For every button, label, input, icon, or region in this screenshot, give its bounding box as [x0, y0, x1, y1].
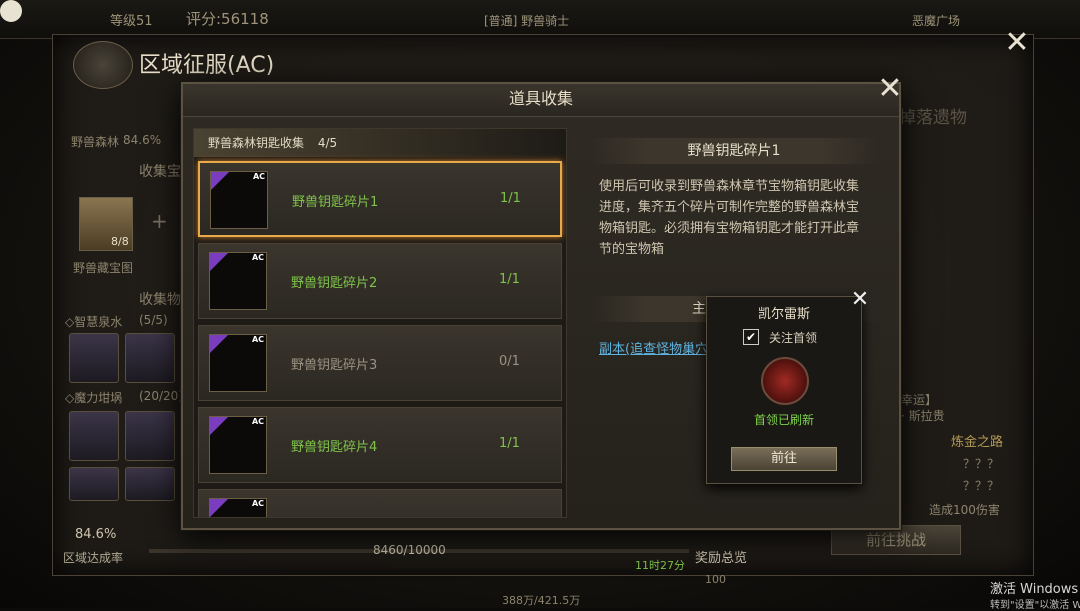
list-item[interactable]: AC 野兽钥匙碎片4 1/1	[198, 407, 562, 483]
lucky-label: 幸运】	[901, 393, 938, 407]
wisdom-water-count: (5/5)	[139, 313, 168, 327]
completion-progress-text: 8460/10000	[373, 543, 446, 557]
list-item[interactable]: AC	[198, 489, 562, 517]
reward-overview-button[interactable]: 奖励总览	[695, 547, 747, 566]
magic-pot-slot-4[interactable]	[125, 467, 175, 501]
key-fragment-list: 野兽森林钥匙收集 4/5 AC 野兽钥匙碎片1 1/1 AC 野兽钥匙碎片2 1…	[193, 128, 567, 518]
key-fragment-icon: AC	[209, 252, 267, 310]
relic-label: 掉落遗物	[899, 108, 967, 128]
reward-value: 100	[705, 573, 726, 586]
follow-boss-label: 关注首领	[769, 331, 818, 345]
key-fragment-icon: AC	[210, 171, 268, 229]
panel-close-icon[interactable]: ✕	[1002, 28, 1032, 58]
damage-task-label: 造成100伤害	[929, 503, 1000, 517]
detail-title: 野兽钥匙碎片1	[589, 138, 879, 164]
popup-close-icon[interactable]: ✕	[849, 289, 871, 311]
treasure-count: 8/8	[111, 235, 129, 248]
magic-pot-count: (20/20)	[139, 389, 183, 403]
list-item[interactable]: AC 野兽钥匙碎片3 0/1	[198, 325, 562, 401]
key-fragment-icon: AC	[209, 334, 267, 392]
boss-popup: 凯尔雷斯 ✕ ✔ 关注首领 首领已刷新 前往	[706, 289, 869, 484]
item-name: 野兽钥匙碎片2	[291, 276, 378, 291]
gold-bottom: 388万/421.5万	[502, 594, 581, 607]
arena-link[interactable]: 恶魔广场	[912, 12, 960, 29]
player-score: 评分:56118	[186, 10, 269, 28]
player-level: 等级51	[110, 14, 153, 29]
boss-name: 凯尔雷斯	[757, 307, 810, 322]
magic-pot-slot-2[interactable]	[125, 411, 175, 461]
detail-description: 使用后可收录到野兽森林章节宝物箱钥匙收集进度，集齐五个碎片可制作完整的野兽森林宝…	[599, 179, 860, 257]
boss-emblem-icon	[761, 357, 809, 405]
app-logo-icon	[0, 0, 22, 22]
source-link[interactable]: 副本(追查怪物巢穴)	[599, 338, 713, 357]
list-item[interactable]: AC 野兽钥匙碎片2 1/1	[198, 243, 562, 319]
dialog-close-icon[interactable]: ✕	[875, 74, 905, 104]
go-button[interactable]: 前往	[731, 447, 837, 471]
list-header-progress: 4/5	[317, 136, 338, 150]
dialog-title: 道具收集	[183, 84, 899, 117]
plus-icon: +	[151, 209, 168, 233]
key-fragment-icon: AC	[209, 498, 267, 517]
item-name: 野兽钥匙碎片1	[292, 195, 379, 210]
zone-label: 野兽森林	[71, 135, 120, 149]
treasure-name: 野兽藏宝图	[73, 261, 134, 275]
panel-emblem-icon	[73, 41, 133, 89]
windows-watermark: 激活 Windows	[990, 582, 1079, 597]
windows-watermark-sub: 转到"设置"以激活 W	[990, 600, 1080, 611]
timer: 11时27分	[635, 559, 685, 572]
key-fragment-icon: AC	[209, 416, 267, 474]
list-item[interactable]: AC 野兽钥匙碎片1 1/1	[198, 161, 562, 237]
wisdom-water-slot-2[interactable]	[125, 333, 175, 383]
item-name: 野兽钥匙碎片3	[291, 358, 378, 373]
unknown-reward-1: ？？？	[963, 457, 1000, 471]
item-name: 野兽钥匙碎片4	[291, 440, 378, 455]
boss-status: 首领已刷新	[753, 413, 814, 427]
magic-pot-slot-3[interactable]	[69, 467, 119, 501]
collect-treasure-label: 收集宝	[139, 164, 181, 180]
zone-percent: 84.6%	[123, 133, 162, 147]
collect-items-label: 收集物	[139, 292, 181, 308]
magic-pot-slot-1[interactable]	[69, 411, 119, 461]
mode-tag: [普通] 野兽骑士	[484, 14, 570, 28]
gold-road-label: 炼金之路	[951, 435, 1004, 450]
follow-boss-checkbox[interactable]: ✔	[743, 329, 759, 345]
item-count: 0/1	[499, 354, 520, 369]
list-header: 野兽森林钥匙收集 4/5	[194, 129, 566, 157]
npc-label: · 斯拉贵	[901, 409, 945, 423]
item-count: 1/1	[500, 191, 521, 206]
item-count: 1/1	[499, 436, 520, 451]
panel-title: 区域征服(AC)	[139, 53, 275, 78]
magic-pot-label: ◇魔力坩埚	[65, 391, 123, 405]
wisdom-water-label: ◇智慧泉水	[65, 315, 123, 329]
list-header-title: 野兽森林钥匙收集	[208, 136, 305, 150]
completion-label: 区域达成率	[63, 551, 124, 565]
completion-percent: 84.6%	[75, 527, 117, 542]
unknown-reward-2: ？？？	[963, 479, 1000, 493]
item-count: 1/1	[499, 272, 520, 287]
wisdom-water-slot-1[interactable]	[69, 333, 119, 383]
